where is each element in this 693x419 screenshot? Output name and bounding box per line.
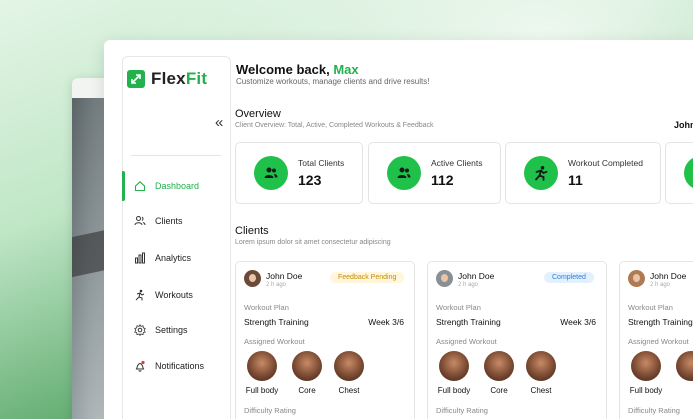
avatar	[244, 270, 261, 287]
workout-item[interactable]	[676, 351, 693, 381]
clients-title: Clients	[235, 225, 269, 237]
workout-image	[334, 351, 364, 381]
stat-card-workout-completed[interactable]: Workout Completed 11	[505, 142, 661, 204]
status-badge: Completed	[544, 272, 594, 283]
brand-logo[interactable]: FlexFit	[127, 69, 207, 89]
users-icon	[387, 156, 421, 190]
workout-item[interactable]: Full body	[438, 351, 470, 395]
workout-item[interactable]: Chest	[526, 351, 556, 395]
dashboard-window: FlexFit « Dashboard Clients Analytics Wo…	[104, 40, 693, 419]
client-time: 2 h ago	[458, 282, 479, 288]
client-name: John Doe	[650, 271, 687, 281]
sidebar-item-settings[interactable]: Settings	[123, 318, 230, 342]
client-name: John Doe	[458, 271, 495, 281]
double-chevron-left-icon[interactable]: «	[215, 115, 223, 130]
plan-label: Workout Plan	[244, 303, 289, 312]
plan-week: Week 3/6	[368, 317, 404, 327]
workout-label: Core	[490, 386, 508, 395]
workout-item[interactable]: Core	[484, 351, 514, 395]
sidebar-item-label: Settings	[155, 325, 188, 335]
stat-label: Total Clients	[298, 158, 345, 168]
workout-image	[631, 351, 661, 381]
workout-label: Core	[298, 386, 316, 395]
workout-label: Full body	[629, 386, 663, 395]
workout-image	[676, 351, 693, 381]
sidebar-item-label: Notifications	[155, 361, 205, 371]
workout-label: Chest	[338, 386, 360, 395]
stat-card-partial[interactable]	[665, 142, 693, 204]
stat-value: 123	[298, 172, 322, 188]
clients-subtitle: Lorem ipsum dolor sit amet consectetur a…	[235, 239, 391, 246]
avatar	[628, 270, 645, 287]
profile-name[interactable]: John	[674, 120, 693, 130]
bar-chart-icon	[133, 251, 147, 265]
plan-name: Strength Training	[244, 317, 309, 327]
sidebar-item-workouts[interactable]: Workouts	[123, 283, 230, 307]
sidebar: FlexFit « Dashboard Clients Analytics Wo…	[122, 56, 231, 419]
overview-subtitle: Client Overview: Total, Active, Complete…	[235, 122, 434, 129]
running-person-icon	[524, 156, 558, 190]
bell-icon	[133, 359, 147, 373]
overview-title: Overview	[235, 108, 281, 120]
stat-label: Workout Completed	[568, 158, 643, 168]
sidebar-item-label: Clients	[155, 216, 183, 226]
workout-label: Full body	[437, 386, 471, 395]
workout-label: Full body	[245, 386, 279, 395]
sidebar-item-label: Analytics	[155, 253, 192, 263]
plan-label: Workout Plan	[628, 303, 673, 312]
running-person-icon	[133, 288, 147, 302]
gear-icon	[133, 323, 147, 337]
workout-item[interactable]: Core	[292, 351, 322, 395]
sidebar-item-label: Workouts	[155, 290, 193, 300]
plan-label: Workout Plan	[436, 303, 481, 312]
workout-image	[484, 351, 514, 381]
sidebar-item-dashboard[interactable]: Dashboard	[122, 171, 230, 201]
workout-image	[439, 351, 469, 381]
status-badge: Feedback Pending	[330, 272, 405, 283]
plan-name: Strength Training	[628, 317, 693, 327]
assigned-label: Assigned Workout	[628, 337, 689, 346]
client-time: 2 h ago	[266, 282, 287, 288]
client-card[interactable]: John Doe 2 h ago Completed Workout Plan …	[427, 261, 607, 419]
users-icon	[133, 214, 147, 228]
client-card[interactable]: John Doe 2 h ago Workout Plan Strength T…	[619, 261, 693, 419]
logo-icon	[127, 70, 145, 88]
brand-name: FlexFit	[151, 69, 208, 88]
users-icon	[254, 156, 288, 190]
client-time: 2 h ago	[650, 282, 671, 288]
workout-image	[526, 351, 556, 381]
difficulty-label: Difficulty Rating	[436, 406, 488, 415]
avatar	[436, 270, 453, 287]
workout-item[interactable]: Chest	[334, 351, 364, 395]
assigned-label: Assigned Workout	[436, 337, 497, 346]
stat-label: Active Clients	[431, 158, 483, 168]
difficulty-label: Difficulty Rating	[244, 406, 296, 415]
plan-name: Strength Training	[436, 317, 501, 327]
workout-image	[292, 351, 322, 381]
home-icon	[133, 179, 147, 193]
stat-icon	[684, 156, 693, 190]
workout-item[interactable]: Full body	[246, 351, 278, 395]
sidebar-divider	[131, 155, 221, 156]
stat-value: 11	[568, 172, 583, 188]
sidebar-item-notifications[interactable]: Notifications	[123, 354, 230, 378]
difficulty-label: Difficulty Rating	[628, 406, 680, 415]
assigned-label: Assigned Workout	[244, 337, 305, 346]
workout-item[interactable]: Full body	[630, 351, 662, 395]
workout-image	[247, 351, 277, 381]
sidebar-item-label: Dashboard	[155, 181, 200, 191]
client-name: John Doe	[266, 271, 303, 281]
sidebar-item-clients[interactable]: Clients	[123, 209, 230, 233]
stat-card-active-clients[interactable]: Active Clients 112	[368, 142, 501, 204]
stat-card-total-clients[interactable]: Total Clients 123	[235, 142, 363, 204]
plan-week: Week 3/6	[560, 317, 596, 327]
sidebar-item-analytics[interactable]: Analytics	[123, 246, 230, 270]
client-card[interactable]: John Doe 2 h ago Feedback Pending Workou…	[235, 261, 415, 419]
workout-label: Chest	[530, 386, 552, 395]
welcome-heading: Welcome back, Max	[236, 62, 359, 77]
stat-value: 112	[431, 172, 454, 188]
welcome-subtitle: Customize workouts, manage clients and d…	[236, 77, 430, 86]
